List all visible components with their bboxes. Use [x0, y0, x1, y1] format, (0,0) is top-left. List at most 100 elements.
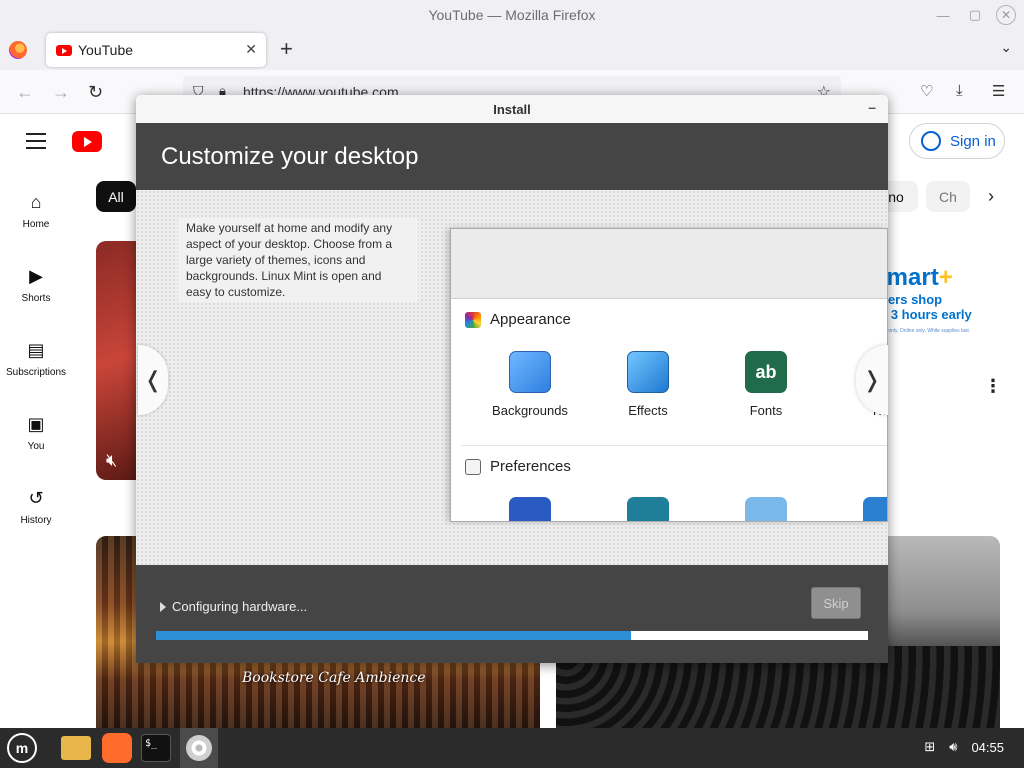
hamburger-menu-icon[interactable]	[26, 133, 46, 154]
install-disc-icon[interactable]	[180, 728, 218, 768]
ad-line-1: bers shop	[880, 292, 943, 307]
firefox-icon[interactable]	[9, 41, 27, 59]
sidebar-item-history[interactable]: ↺ History	[0, 488, 72, 526]
system-settings-preview: Appearance Backgrounds Effects ab Fonts …	[450, 228, 888, 522]
thumbnail-caption: Bookstore Cafe Ambience	[242, 670, 426, 686]
sidebar-item-label: Shorts	[21, 293, 51, 304]
preferences-icon	[465, 458, 481, 475]
system-tray: ⊞ 🔊︎ 04:55	[924, 739, 1004, 755]
subscriptions-icon: ▤	[27, 340, 45, 360]
pocket-icon[interactable]: ♡	[920, 82, 933, 100]
firefox-icon[interactable]	[101, 732, 133, 764]
settings-item-label: Effects	[628, 403, 668, 418]
install-dialog: Install – Customize your desktop Make yo…	[136, 95, 888, 663]
new-tab-icon[interactable]: +	[280, 36, 293, 62]
reload-icon[interactable]: ↻	[88, 82, 103, 103]
fonts-icon: ab	[745, 351, 787, 393]
settings-item-effects: Effects	[593, 351, 703, 418]
sidebar-item-label: History	[20, 515, 52, 526]
backgrounds-icon	[509, 351, 551, 393]
section-preferences: Preferences	[465, 458, 571, 475]
minimize-icon[interactable]: –	[868, 99, 876, 115]
date-time-icon	[863, 497, 887, 521]
dialog-footer: Configuring hardware... Skip	[136, 565, 888, 663]
dialog-titlebar: Install –	[136, 95, 888, 123]
install-progress-bar	[156, 631, 868, 640]
section-divider	[461, 445, 887, 446]
chip-all[interactable]: All	[96, 181, 136, 212]
slide-heading: Customize your desktop	[136, 123, 888, 190]
youtube-logo-icon[interactable]	[72, 131, 102, 152]
tab-youtube[interactable]: YouTube ✕	[46, 33, 266, 67]
volume-icon[interactable]: 🔊︎	[949, 739, 957, 755]
status-text: Configuring hardware...	[172, 599, 308, 614]
home-icon: ⌂	[30, 192, 42, 212]
accessibility-icon	[509, 497, 551, 521]
menu-icon[interactable]: ☰	[992, 82, 1005, 100]
dialog-title: Install	[493, 101, 531, 117]
status-expander[interactable]: Configuring hardware...	[160, 599, 307, 614]
chevron-down-icon[interactable]: ⌄	[1000, 39, 1012, 56]
download-icon[interactable]: ⤓	[956, 82, 963, 99]
clock[interactable]: 04:55	[971, 740, 1004, 755]
window-controls: — ▢ ✕	[932, 4, 1016, 26]
close-tab-icon[interactable]: ✕	[245, 41, 257, 58]
settings-item-label: Fonts	[749, 403, 783, 418]
chip-partial[interactable]: Ch	[926, 181, 970, 212]
ad-line-2: e 3 hours early	[880, 307, 972, 322]
sidebar-item-label: Subscriptions	[5, 367, 67, 378]
sidebar-item-subscriptions[interactable]: ▤ Subscriptions	[0, 340, 72, 378]
progress-fill	[156, 631, 631, 640]
back-icon[interactable]: ←	[16, 82, 34, 103]
mint-menu-icon[interactable]: m	[6, 732, 38, 764]
appearance-icon	[465, 311, 481, 328]
slide-description: Make yourself at home and modify any asp…	[178, 218, 418, 302]
history-icon: ↺	[28, 488, 44, 508]
maximize-window-icon[interactable]: ▢	[964, 4, 986, 26]
shorts-icon: ▶	[29, 266, 43, 286]
triangle-right-icon	[160, 601, 166, 612]
mute-icon[interactable]: 🔇︎	[106, 450, 117, 471]
window-title: YouTube — Mozilla Firefox	[428, 7, 596, 23]
settings-header	[451, 229, 887, 299]
sign-in-button[interactable]: Sign in	[909, 123, 1005, 159]
tab-bar: YouTube ✕ + ⌄	[0, 30, 1024, 70]
minimize-window-icon[interactable]: —	[932, 4, 954, 26]
settings-item-fonts: ab Fonts	[711, 351, 821, 418]
network-icon[interactable]: ⊞	[924, 739, 935, 755]
more-options-icon[interactable]: ⋮	[984, 376, 1002, 397]
ad-brand-plus: +	[938, 264, 953, 291]
ad-brand: lmart	[880, 264, 939, 291]
ad-fineprint: ers only. Online only. While supplies la…	[880, 328, 971, 334]
youtube-favicon-icon	[56, 44, 72, 56]
sidebar-item-shorts[interactable]: ▶ Shorts	[0, 266, 72, 304]
taskbar: m $_ ⊞ 🔊︎ 04:55	[0, 728, 1024, 768]
chevron-left-icon[interactable]: ❬	[138, 345, 168, 415]
tab-title: YouTube	[78, 42, 134, 58]
sign-in-label: Sign in	[950, 132, 996, 150]
window-titlebar: YouTube — Mozilla Firefox — ▢ ✕	[0, 0, 1024, 30]
video-thumbnail[interactable]	[96, 241, 140, 480]
sidebar-item-label: Home	[22, 219, 50, 230]
section-label: Preferences	[490, 458, 571, 475]
chevron-right-icon[interactable]: ›	[988, 186, 994, 207]
account-details-icon	[627, 497, 669, 521]
ad-banner[interactable]: lmart+ bers shop e 3 hours early ers onl…	[880, 264, 990, 334]
sidebar-item-label: You	[27, 441, 45, 452]
forward-icon[interactable]: →	[52, 82, 70, 103]
settings-item-label: Backgrounds	[492, 403, 568, 418]
files-icon[interactable]	[60, 732, 92, 764]
account-icon	[921, 131, 941, 151]
slideshow: Make yourself at home and modify any asp…	[136, 190, 888, 565]
close-window-icon[interactable]: ✕	[996, 5, 1016, 25]
section-appearance: Appearance	[465, 311, 571, 328]
you-icon: ▣	[27, 414, 45, 434]
skip-button[interactable]: Skip	[811, 587, 861, 619]
settings-item-backgrounds: Backgrounds	[475, 351, 585, 418]
sidebar-item-you[interactable]: ▣ You	[0, 414, 72, 452]
section-label: Appearance	[490, 311, 571, 328]
preferences-item-icon	[745, 497, 787, 521]
terminal-icon[interactable]: $_	[140, 732, 172, 764]
sidebar-item-home[interactable]: ⌂ Home	[0, 192, 72, 230]
effects-icon	[627, 351, 669, 393]
